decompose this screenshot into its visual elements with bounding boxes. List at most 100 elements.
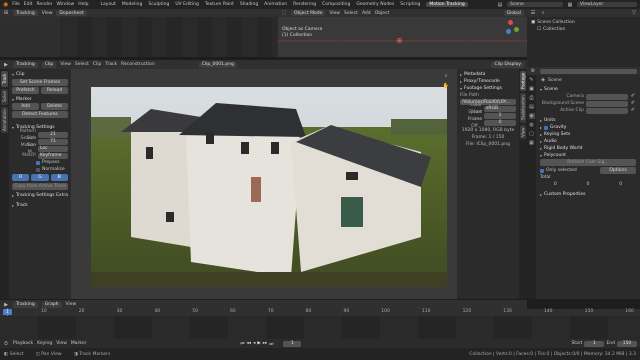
proxy-section-header[interactable]: ▸ Proxy/Timecode	[460, 78, 516, 85]
menu-file[interactable]: File	[12, 2, 20, 7]
menu-help[interactable]: Help	[78, 2, 88, 7]
timeline-end-field[interactable]: 150	[617, 340, 637, 347]
scene-tab-icon[interactable]: ◈	[528, 113, 535, 119]
refresh-button[interactable]: Refresh Cam Sig...	[540, 159, 636, 166]
tab-rendering[interactable]: Rendering	[293, 2, 316, 7]
properties-editor-icon[interactable]: ⚙	[530, 68, 536, 74]
match-dropdown[interactable]: Keyframe	[38, 152, 68, 159]
clip-view-selector[interactable]: Clip	[41, 61, 57, 68]
channel-b-toggle[interactable]: B	[50, 174, 68, 181]
timeline-editor-icon[interactable]: ⏱	[3, 341, 9, 347]
dopesheet-filter[interactable]: Dopesheet	[56, 10, 87, 16]
keying-sets-section-header[interactable]: ▸ Keying Sets	[540, 131, 636, 138]
jump-end-icon[interactable]: ⏭	[269, 341, 273, 347]
prefetch-button[interactable]: Prefetch	[12, 87, 39, 94]
prepass-checkbox[interactable]	[36, 160, 40, 165]
timeline-start-field[interactable]: 1	[584, 340, 605, 347]
eyedropper-icon[interactable]: ✐	[630, 93, 636, 100]
normalize-checkbox[interactable]	[36, 167, 40, 172]
collection-tab-icon[interactable]: ▢	[529, 131, 535, 137]
rigid-body-section-header[interactable]: ▸ Rigid Body World	[540, 145, 636, 152]
tab-modeling[interactable]: Modeling	[122, 2, 142, 7]
motion-model-dropdown[interactable]: Loc	[38, 145, 68, 152]
editor-type-icon[interactable]: ⊞	[3, 10, 9, 16]
polycount-section-header[interactable]: ▾ Polycount	[540, 152, 636, 159]
world-tab-icon[interactable]: ◍	[529, 122, 535, 128]
active-clip-field[interactable]	[586, 107, 628, 114]
eyedropper-icon[interactable]: ✐	[630, 107, 636, 114]
metadata-section-header[interactable]: ▸ Metadata	[460, 71, 516, 78]
camera-field[interactable]	[586, 93, 628, 100]
track-section-header[interactable]: ▸ Track	[12, 202, 68, 209]
tab-uv-editing[interactable]: UV Editing	[175, 2, 198, 7]
clip-section-header[interactable]: ▾ Clip	[12, 71, 68, 78]
frame-ruler[interactable]: 0102030405060708090100110120130140150160	[0, 309, 640, 316]
marker-menu[interactable]: Marker	[71, 341, 87, 346]
custom-properties-header[interactable]: ▸ Custom Properties	[540, 191, 636, 198]
reload-button[interactable]: Reload	[41, 87, 68, 94]
channel-g-toggle[interactable]: G	[31, 174, 49, 181]
tab-geometry-nodes[interactable]: Geometry Nodes	[356, 2, 394, 7]
tab-layout[interactable]: Layout	[101, 2, 116, 7]
clip-view-area[interactable]: ⌕ ✋	[71, 69, 457, 299]
object-mode-selector[interactable]: Object Mode	[291, 10, 326, 16]
marker-section-header[interactable]: ▾ Marker	[12, 96, 68, 103]
vtab-stabilization[interactable]: Stabilization	[520, 93, 526, 123]
outliner-filter-icon[interactable]: ▽	[631, 10, 637, 16]
view-layer-selector[interactable]: ViewLayer	[577, 2, 637, 7]
prev-key-icon[interactable]: ◂◂	[247, 341, 252, 347]
playback-menu[interactable]: Playback	[13, 341, 33, 346]
viewport-menu-select[interactable]: Select	[344, 11, 358, 16]
gravity-checkbox[interactable]	[544, 125, 549, 130]
dopesheet-mode[interactable]: Tracking	[13, 10, 38, 16]
tool-tab-icon[interactable]: ✎	[529, 77, 535, 83]
clip-menu-track[interactable]: Track	[105, 62, 117, 67]
search-size-field[interactable]: 71	[38, 138, 68, 145]
add-marker-button[interactable]: Add	[12, 103, 39, 110]
navigation-gizmo[interactable]	[503, 20, 521, 38]
collection-row[interactable]: ☐ Collection	[531, 26, 636, 33]
background-scene-field[interactable]	[586, 100, 628, 107]
copy-settings-button[interactable]: Copy from Active Track	[12, 183, 68, 190]
zoom-icon[interactable]: ⌕	[443, 73, 449, 79]
viewport-menu-object[interactable]: Object	[375, 11, 390, 16]
graph-view-menu[interactable]: View	[66, 302, 77, 307]
vtab-footage[interactable]: Footage	[520, 71, 526, 91]
current-frame-field[interactable]: 1	[283, 340, 302, 347]
tab-animation[interactable]: Animation	[264, 2, 287, 7]
properties-search[interactable]	[540, 68, 637, 74]
dopesheet-area[interactable]	[0, 17, 278, 57]
eyedropper-icon[interactable]: ✐	[630, 100, 636, 107]
audio-section-header[interactable]: ▸ Audio	[540, 138, 636, 145]
outliner-editor-icon[interactable]: ☰	[530, 10, 536, 16]
tab-scripting[interactable]: Scripting	[400, 2, 420, 7]
vtab-track[interactable]: Track	[1, 71, 8, 87]
playhead-marker[interactable]: 1	[3, 309, 12, 315]
tab-motion-tracking[interactable]: Motion Tracking	[426, 2, 468, 7]
graph-mode-selector[interactable]: Tracking	[13, 301, 38, 308]
set-scene-frames-button[interactable]: Set Scene Frames	[12, 79, 68, 86]
gravity-section-header[interactable]: ▸ Gravity	[540, 124, 636, 131]
tab-compositing[interactable]: Compositing	[322, 2, 350, 7]
only-selected-checkbox[interactable]	[540, 168, 544, 173]
mini-viewport[interactable]: Object as Camera (1) Collection ⊕	[278, 17, 527, 57]
clip-menu-clip[interactable]: Clip	[93, 62, 102, 67]
clip-name-field[interactable]: Clip_0001.png	[198, 61, 237, 68]
play-reverse-icon[interactable]: ◂	[253, 341, 255, 347]
graph-editor-type-icon[interactable]: ▶	[3, 302, 9, 308]
pattern-size-field[interactable]: 21	[38, 131, 68, 138]
next-key-icon[interactable]: ▸▸	[263, 341, 268, 347]
clip-mode-selector[interactable]: Tracking	[13, 61, 38, 68]
channel-r-toggle[interactable]: R	[12, 174, 30, 181]
jump-start-icon[interactable]: ⏮	[240, 341, 244, 347]
tab-texture-paint[interactable]: Texture Paint	[205, 2, 234, 7]
play-icon[interactable]: ▶	[257, 341, 260, 347]
clip-menu-select[interactable]: Select	[75, 62, 89, 67]
3d-cursor-icon[interactable]: ⊕	[396, 36, 403, 45]
units-section-header[interactable]: ▸ Units	[540, 117, 636, 124]
tracking-settings-extra-header[interactable]: ▸ Tracking Settings Extra	[12, 192, 68, 199]
clip-editor-type-icon[interactable]: ▶	[3, 62, 9, 68]
clip-menu-reconstruction[interactable]: Reconstruction	[121, 62, 155, 67]
viewport-editor-icon[interactable]: ⬚	[281, 10, 287, 16]
output-tab-icon[interactable]: ⎙	[529, 95, 535, 101]
